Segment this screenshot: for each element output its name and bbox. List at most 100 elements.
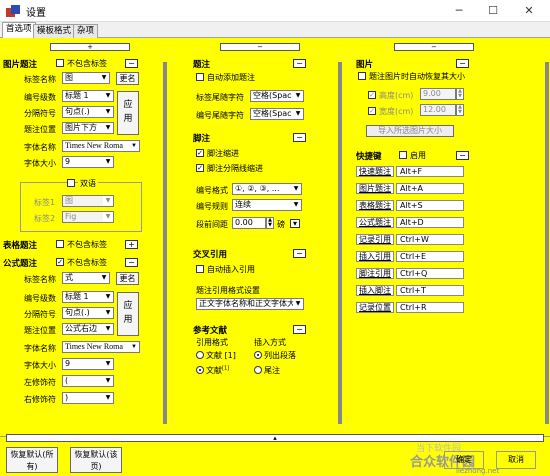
citation-style-super-radio[interactable] xyxy=(196,366,204,374)
formula-rename-button[interactable]: 更名 xyxy=(116,272,139,285)
figure-label-name-select[interactable]: 图 ▼ xyxy=(62,72,110,84)
hotkeys-enable-checkbox[interactable] xyxy=(399,151,407,159)
cancel-button[interactable]: 取消 xyxy=(496,451,536,469)
formula-right-mod-select[interactable]: ) ▼ xyxy=(62,392,114,404)
insert-method-label: 插入方式 xyxy=(254,338,286,347)
mid-column-toggle[interactable]: − xyxy=(220,43,300,51)
hotkey-input-2[interactable]: Alt+S xyxy=(396,200,464,211)
caption-collapse-button[interactable]: − xyxy=(293,59,306,68)
formula-apply-button[interactable]: 应用 xyxy=(117,292,139,336)
hotkey-input-1[interactable]: Alt+A xyxy=(396,183,464,194)
hotkey-name-6: 脚注引用 xyxy=(356,268,394,279)
figure-no-label-checkbox[interactable] xyxy=(56,59,64,67)
figure-size-select[interactable]: 9 ▼ xyxy=(62,156,114,168)
hotkey-input-0[interactable]: Alt+F xyxy=(396,166,464,177)
left-scrollbar[interactable] xyxy=(163,62,167,424)
bottom-expand-toggle[interactable]: ▴ xyxy=(6,434,544,442)
tab-preferences[interactable]: 首选项 xyxy=(2,22,36,38)
hotkey-input-7[interactable]: Ctrl+T xyxy=(396,285,464,296)
tag2-select[interactable]: Fig ▼ xyxy=(62,211,114,223)
hotkey-input-8[interactable]: Ctrl+R xyxy=(396,302,464,313)
height-checkbox[interactable]: ✓ xyxy=(368,91,376,99)
auto-insert-ref-label: 自动插入引用 xyxy=(207,265,255,274)
auto-insert-ref-checkbox[interactable] xyxy=(196,265,204,273)
figure-separator-select[interactable]: 句点(.) ▼ xyxy=(62,106,114,118)
formula-size-select[interactable]: 9 ▼ xyxy=(62,358,114,370)
tab-misc[interactable]: 杂项 xyxy=(73,24,99,38)
height-input[interactable]: 9.00 xyxy=(420,88,456,100)
height-spinner[interactable]: ▲ ▼ xyxy=(456,88,464,100)
import-image-size-button[interactable]: 导入所选图片大小 xyxy=(366,125,454,137)
label-follow-char-select[interactable]: 空格(Spac ▼ xyxy=(250,90,304,102)
insert-endnote-radio[interactable] xyxy=(254,366,262,374)
footnote-separator-indent-checkbox[interactable]: ✓ xyxy=(196,164,204,172)
figure-position-select[interactable]: 图片下方 ▼ xyxy=(62,122,114,134)
mid-scrollbar[interactable] xyxy=(338,62,342,424)
formula-collapse-button[interactable]: − xyxy=(125,258,138,267)
tab-template-format[interactable]: 模板格式 xyxy=(33,24,76,38)
space-before-label: 段前间距 xyxy=(196,220,228,229)
space-before-spinner[interactable]: ▲ ▼ xyxy=(266,217,274,229)
citation-style-label: 引用格式 xyxy=(196,338,228,347)
footnote-collapse-button[interactable]: − xyxy=(293,133,306,142)
figure-collapse-button[interactable]: − xyxy=(125,59,138,68)
footnote-format-select[interactable]: ①, ②, ③, ... ▼ xyxy=(232,183,302,195)
hotkey-name-3: 公式题注 xyxy=(356,217,394,228)
figure-no-label-label: 不包含标签 xyxy=(67,59,107,68)
width-input[interactable]: 12.00 xyxy=(420,104,456,116)
table-caption-title: 表格题注 xyxy=(3,241,38,251)
formula-left-mod-select[interactable]: (▼ xyxy=(62,375,114,387)
cross-ref-title: 交叉引用 xyxy=(193,250,228,260)
tag2-label: 标签2 xyxy=(34,214,56,223)
citation-style-super-sample: [1] xyxy=(222,365,230,372)
bilingual-checkbox[interactable] xyxy=(67,179,75,187)
formula-label-name-select[interactable]: 式 ▼ xyxy=(62,272,110,284)
formula-font-label: 字体名称 xyxy=(24,344,56,353)
auto-caption-checkbox[interactable] xyxy=(196,73,204,81)
image-collapse-button[interactable]: − xyxy=(456,59,469,68)
footnote-indent-checkbox[interactable]: ✓ xyxy=(196,149,204,157)
formula-number-level-select[interactable]: 标题 1 ▼ xyxy=(62,291,114,303)
unit-dropdown[interactable]: ▾ xyxy=(290,219,300,228)
window-title: 设置 xyxy=(26,8,46,19)
citation-style-bracket-label: 文献 [1] xyxy=(206,351,236,360)
space-before-input[interactable]: 0.00 xyxy=(232,217,266,229)
hotkey-input-3[interactable]: Alt+D xyxy=(396,217,464,228)
restore-default-all-button[interactable]: 恢复默认(所有) xyxy=(6,447,58,473)
formula-separator-select[interactable]: 句点(.) ▼ xyxy=(62,307,114,319)
right-column-toggle[interactable]: − xyxy=(394,43,474,51)
hotkey-input-4[interactable]: Ctrl+W xyxy=(396,234,464,245)
cross-ref-collapse-button[interactable]: − xyxy=(293,249,306,258)
restore-default-page-button[interactable]: 恢复默认(该页) xyxy=(70,447,122,473)
citation-style-bracket-radio[interactable] xyxy=(196,351,204,359)
width-checkbox[interactable]: ✓ xyxy=(368,107,376,115)
minimize-button[interactable]: ─ xyxy=(444,2,474,20)
formula-font-select[interactable]: Times New Roma ▼ xyxy=(62,341,140,353)
formula-position-select[interactable]: 公式右边 ▼ xyxy=(62,323,114,335)
maximize-button[interactable]: ☐ xyxy=(478,2,508,20)
figure-number-level-select[interactable]: 标题 1 ▼ xyxy=(62,90,114,102)
hotkey-input-6[interactable]: Ctrl+Q xyxy=(396,268,464,279)
width-spinner[interactable]: ▲ ▼ xyxy=(456,104,464,116)
tag1-select[interactable]: 图 ▼ xyxy=(62,195,114,207)
number-follow-char-select[interactable]: 空格(Spac ▼ xyxy=(250,108,304,120)
caption-ref-format-select[interactable]: 正文字体名称和正文字体大 ▼ xyxy=(196,298,304,310)
table-expand-button[interactable]: + xyxy=(125,240,138,249)
hotkey-input-5[interactable]: Ctrl+E xyxy=(396,251,464,262)
hotkey-name-0: 快速题注 xyxy=(356,166,394,177)
left-column-toggle[interactable]: + xyxy=(50,43,130,51)
close-button[interactable]: ✕ xyxy=(514,2,544,20)
table-no-label-checkbox[interactable] xyxy=(56,240,64,248)
figure-font-select[interactable]: Times New Roma ▼ xyxy=(62,140,140,152)
figure-rename-button[interactable]: 更名 xyxy=(116,72,139,85)
auto-resize-checkbox[interactable] xyxy=(358,72,366,80)
figure-apply-button[interactable]: 应用 xyxy=(117,91,139,135)
footnote-rule-select[interactable]: 连续 ▼ xyxy=(232,199,302,211)
right-scrollbar[interactable] xyxy=(545,62,549,424)
insert-endnote-label: 尾注 xyxy=(264,366,280,375)
figure-number-level-label: 编号级数 xyxy=(24,93,56,102)
hotkeys-collapse-button[interactable]: − xyxy=(456,151,469,160)
insert-list-paragraph-radio[interactable] xyxy=(254,351,262,359)
references-collapse-button[interactable]: − xyxy=(293,325,306,334)
formula-no-label-checkbox[interactable]: ✓ xyxy=(56,258,64,266)
